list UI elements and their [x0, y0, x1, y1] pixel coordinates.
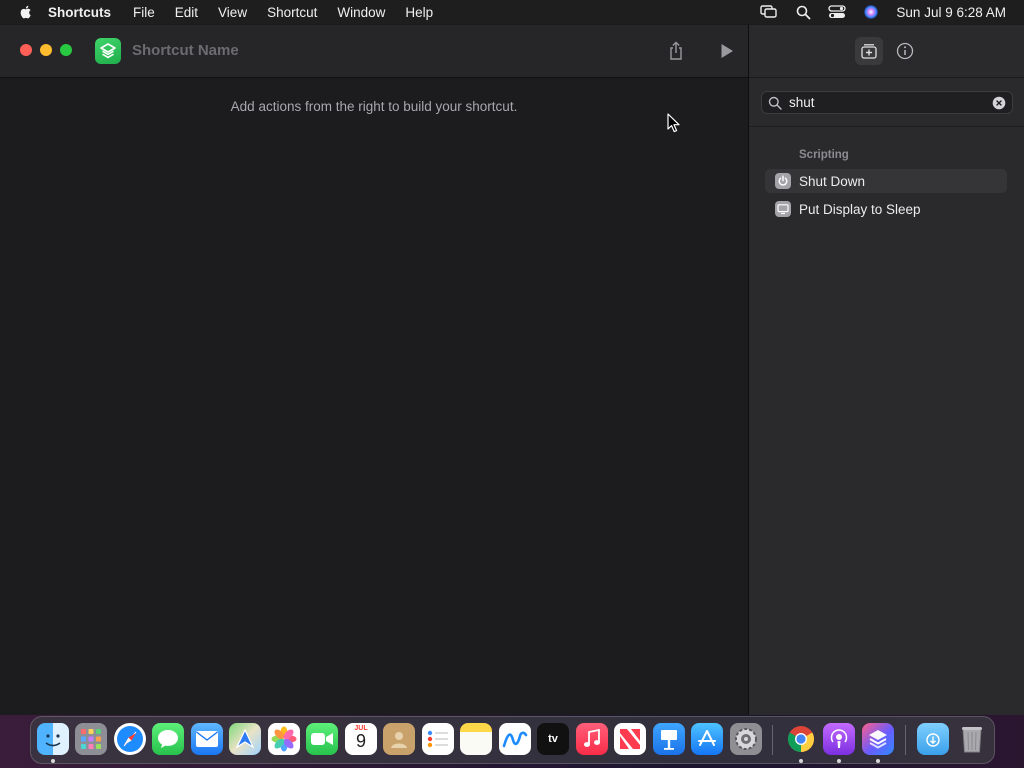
dock-system-settings-icon[interactable] [730, 723, 762, 755]
mouse-pointer-icon [667, 113, 680, 133]
menu-shortcut[interactable]: Shortcut [267, 5, 317, 20]
menu-edit[interactable]: Edit [175, 5, 198, 20]
action-library-icon[interactable] [855, 37, 883, 65]
minimize-window-button[interactable] [40, 44, 52, 56]
shortcuts-window: Shortcut Name Add actions from the right… [0, 25, 1024, 715]
menubar-clock[interactable]: Sun Jul 9 6:28 AM [896, 5, 1006, 20]
dock-messages-icon[interactable] [152, 723, 184, 755]
dock-contacts-icon[interactable] [383, 723, 415, 755]
dock-launchpad-icon[interactable] [75, 723, 107, 755]
dock-running-indicator [837, 759, 841, 763]
dock: JUL 9 tv [30, 716, 995, 764]
details-info-icon[interactable] [895, 41, 915, 61]
action-search-field[interactable] [761, 91, 1013, 114]
siri-icon[interactable] [862, 4, 880, 20]
dock-running-indicator [51, 759, 55, 763]
dock-separator [905, 725, 906, 755]
dock-running-indicator [876, 759, 880, 763]
sidebar-toolbar [749, 25, 1024, 78]
shortcut-icon[interactable] [95, 38, 121, 64]
dock-app-store-icon[interactable] [691, 723, 723, 755]
dock-chrome-icon[interactable] [785, 723, 817, 755]
sidebar-divider [749, 126, 1024, 127]
dock-downloads-folder-icon[interactable] [917, 723, 949, 755]
dock-safari-icon[interactable] [114, 723, 146, 755]
dock-photos-icon[interactable] [268, 723, 300, 755]
menu-help[interactable]: Help [405, 5, 433, 20]
section-label-scripting: Scripting [799, 149, 849, 161]
dock-news-icon[interactable] [614, 723, 646, 755]
share-icon[interactable] [665, 40, 687, 62]
run-shortcut-play-icon[interactable] [716, 40, 738, 62]
action-result-put-display-to-sleep[interactable]: Put Display to Sleep [765, 197, 1007, 221]
dock-mail-icon[interactable] [191, 723, 223, 755]
dock-shortcuts-icon[interactable] [862, 723, 894, 755]
menu-app-name[interactable]: Shortcuts [48, 5, 111, 20]
dock-maps-icon[interactable] [229, 723, 261, 755]
display-icon [775, 201, 791, 217]
dock-podcasts-icon[interactable] [823, 723, 855, 755]
action-result-shut-down[interactable]: Shut Down [765, 169, 1007, 193]
dock-facetime-icon[interactable] [306, 723, 338, 755]
action-result-label: Put Display to Sleep [799, 201, 921, 217]
dock-keynote-icon[interactable] [653, 723, 685, 755]
clear-search-icon[interactable] [992, 96, 1006, 110]
power-icon [775, 173, 791, 189]
action-result-label: Shut Down [799, 173, 866, 189]
window-titlebar: Shortcut Name [0, 25, 748, 78]
menu-file[interactable]: File [133, 5, 155, 20]
dock-separator [772, 725, 773, 755]
search-icon [768, 96, 782, 110]
dock-running-indicator [799, 759, 803, 763]
control-center-icon[interactable] [828, 4, 847, 20]
dock-notes-icon[interactable] [460, 723, 492, 755]
menu-bar: Shortcuts File Edit View Shortcut Window… [0, 0, 1024, 24]
screen-mirroring-icon[interactable] [760, 4, 778, 20]
dock-finder-icon[interactable] [37, 723, 69, 755]
calendar-day: 9 [355, 731, 366, 751]
dock-freeform-icon[interactable] [499, 723, 531, 755]
dock-reminders-icon[interactable] [422, 723, 454, 755]
actions-sidebar: Scripting Shut Down Put Display to Sleep [749, 25, 1024, 715]
editor-empty-hint: Add actions from the right to build your… [230, 99, 518, 114]
menu-window[interactable]: Window [337, 5, 385, 20]
dock-calendar-icon[interactable]: JUL 9 [345, 723, 377, 755]
dock-apple-tv-icon[interactable]: tv [537, 723, 569, 755]
action-search-input[interactable] [789, 95, 992, 110]
shortcut-name-field[interactable]: Shortcut Name [132, 42, 239, 59]
maximize-window-button[interactable] [60, 44, 72, 56]
dock-music-icon[interactable] [576, 723, 608, 755]
menu-view[interactable]: View [218, 5, 247, 20]
dock-trash-icon[interactable] [956, 723, 988, 755]
spotlight-search-icon[interactable] [794, 4, 812, 20]
editor-pane: Shortcut Name Add actions from the right… [0, 25, 748, 715]
close-window-button[interactable] [20, 44, 32, 56]
apple-menu-icon[interactable] [18, 4, 34, 20]
